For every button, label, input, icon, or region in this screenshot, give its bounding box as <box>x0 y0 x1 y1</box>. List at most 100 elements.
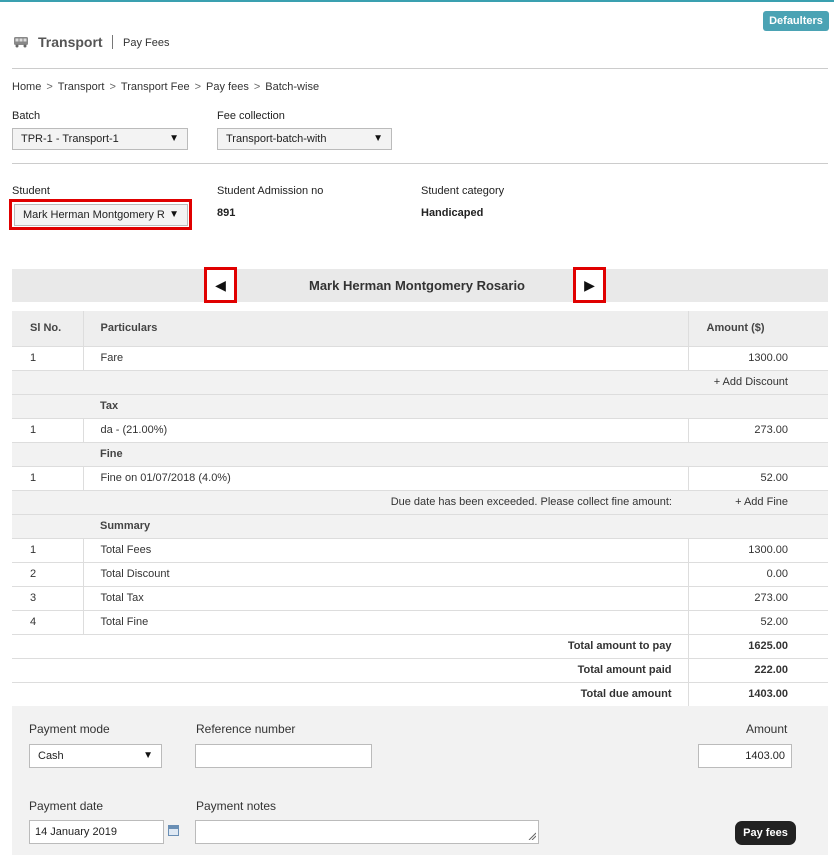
breadcrumb-separator: > <box>109 81 116 93</box>
fine-section-label: Fine <box>83 442 688 467</box>
row-particular: Total Fees <box>83 538 689 563</box>
breadcrumb-separator: > <box>194 81 202 93</box>
defaulters-button[interactable]: Defaulters <box>763 11 829 31</box>
next-student-button[interactable]: ▶ <box>573 267 606 303</box>
total-amount: 222.00 <box>688 658 828 683</box>
header-sl-no: Sl No. <box>12 311 84 347</box>
amount-label: Amount <box>746 722 788 736</box>
batch-select-value: TPR-1 - Transport-1 <box>21 133 119 145</box>
total-row: Total amount to pay 1625.00 <box>12 634 828 659</box>
table-row: 1 Fine on 01/07/2018 (4.0%) 52.00 <box>12 466 828 491</box>
dropdown-arrow-icon: ▼ <box>143 750 153 761</box>
admission-no-label: Student Admission no <box>217 185 324 197</box>
table-row: 1 Total Fees 1300.00 <box>12 538 828 563</box>
row-sl: 1 <box>12 466 84 491</box>
student-select-highlight <box>9 199 192 230</box>
total-row: Total amount paid 222.00 <box>12 658 828 683</box>
row-amount: 273.00 <box>688 418 828 443</box>
row-sl: 2 <box>12 562 84 587</box>
fine-section-row: Fine <box>12 442 828 467</box>
table-row: 4 Total Fine 52.00 <box>12 610 828 635</box>
admission-no-value: 891 <box>217 207 236 219</box>
row-amount: 273.00 <box>688 586 828 611</box>
row-sl: 1 <box>12 418 84 443</box>
row-sl: 3 <box>12 586 84 611</box>
payment-mode-value: Cash <box>38 750 64 762</box>
row-particular: Fine on 01/07/2018 (4.0%) <box>83 466 689 491</box>
row-amount: 0.00 <box>688 562 828 587</box>
top-accent-line <box>0 0 834 2</box>
tax-section-row: Tax <box>12 394 828 419</box>
total-amount: 1625.00 <box>688 634 828 659</box>
student-label: Student <box>12 185 50 197</box>
due-date-message: Due date has been exceeded. Please colle… <box>83 490 688 515</box>
reference-number-input[interactable] <box>195 744 372 768</box>
bus-icon <box>14 37 28 48</box>
reference-number-label: Reference number <box>196 722 296 736</box>
row-particular: Fare <box>83 346 689 371</box>
row-particular: Total Tax <box>83 586 689 611</box>
add-fine-link[interactable]: + Add Fine <box>688 490 828 515</box>
fee-collection-select-value: Transport-batch-with <box>226 133 327 145</box>
row-particular: Total Fine <box>83 610 689 635</box>
breadcrumb-pay-fees[interactable]: Pay fees <box>206 81 249 93</box>
fee-collection-label: Fee collection <box>217 110 285 122</box>
dropdown-arrow-icon: ▼ <box>169 133 179 144</box>
table-row: 1 Fare 1300.00 <box>12 346 828 371</box>
title-divider <box>112 35 113 49</box>
header-amount: Amount ($) <box>688 311 828 347</box>
payment-mode-select[interactable]: Cash ▼ <box>29 744 162 768</box>
total-label: Total amount paid <box>12 658 689 683</box>
student-category-value: Handicaped <box>421 207 484 219</box>
calendar-icon[interactable] <box>168 825 179 836</box>
tax-section-label: Tax <box>83 394 688 419</box>
header-particulars: Particulars <box>83 311 689 347</box>
row-particular: da - (21.00%) <box>83 418 689 443</box>
breadcrumb-separator: > <box>46 81 53 93</box>
breadcrumb-home[interactable]: Home <box>12 81 41 93</box>
row-sl: 1 <box>12 346 84 371</box>
row-amount: 52.00 <box>688 610 828 635</box>
breadcrumb-transport[interactable]: Transport <box>58 81 105 93</box>
student-full-name: Mark Herman Montgomery Rosario <box>309 278 525 293</box>
add-discount-link[interactable]: + Add Discount <box>688 370 828 395</box>
row-amount: 1300.00 <box>688 538 828 563</box>
amount-input[interactable]: 1403.00 <box>698 744 792 768</box>
header-divider <box>12 68 828 69</box>
breadcrumb: Home > Transport > Transport Fee > Pay f… <box>12 81 319 93</box>
row-sl: 1 <box>12 538 84 563</box>
dropdown-arrow-icon: ▼ <box>373 133 383 144</box>
fees-table: Sl No. Particulars Amount ($) 1 Fare 130… <box>12 311 828 707</box>
resize-handle-icon[interactable] <box>528 832 536 840</box>
right-arrow-icon: ▶ <box>584 276 595 293</box>
breadcrumb-separator: > <box>253 81 261 93</box>
row-particular: Total Discount <box>83 562 689 587</box>
filters-divider <box>12 163 828 164</box>
row-amount: 1300.00 <box>688 346 828 371</box>
fee-collection-select[interactable]: Transport-batch-with ▼ <box>217 128 392 150</box>
table-header-row: Sl No. Particulars Amount ($) <box>12 311 828 347</box>
pay-fees-button[interactable]: Pay fees <box>735 821 796 845</box>
table-row: 3 Total Tax 273.00 <box>12 586 828 611</box>
student-category-label: Student category <box>421 185 505 197</box>
total-label: Total due amount <box>12 682 689 707</box>
discount-row: + Add Discount <box>12 370 828 395</box>
row-amount: 52.00 <box>688 466 828 491</box>
payment-notes-label: Payment notes <box>196 799 277 813</box>
payment-date-input[interactable]: 14 January 2019 <box>29 820 164 844</box>
total-label: Total amount to pay <box>12 634 689 659</box>
breadcrumb-transport-fee[interactable]: Transport Fee <box>121 81 190 93</box>
page-subtitle: Pay Fees <box>123 37 170 49</box>
table-row: 2 Total Discount 0.00 <box>12 562 828 587</box>
breadcrumb-current: Batch-wise <box>265 81 320 93</box>
payment-notes-textarea[interactable] <box>195 820 539 844</box>
batch-label: Batch <box>12 110 41 122</box>
total-row: Total due amount 1403.00 <box>12 682 828 707</box>
summary-section-row: Summary <box>12 514 828 539</box>
page-title: Transport <box>38 34 103 50</box>
fine-notice-row: Due date has been exceeded. Please colle… <box>12 490 828 515</box>
batch-select[interactable]: TPR-1 - Transport-1 ▼ <box>12 128 188 150</box>
row-sl: 4 <box>12 610 84 635</box>
payment-mode-label: Payment mode <box>29 722 110 736</box>
summary-section-label: Summary <box>83 514 688 539</box>
